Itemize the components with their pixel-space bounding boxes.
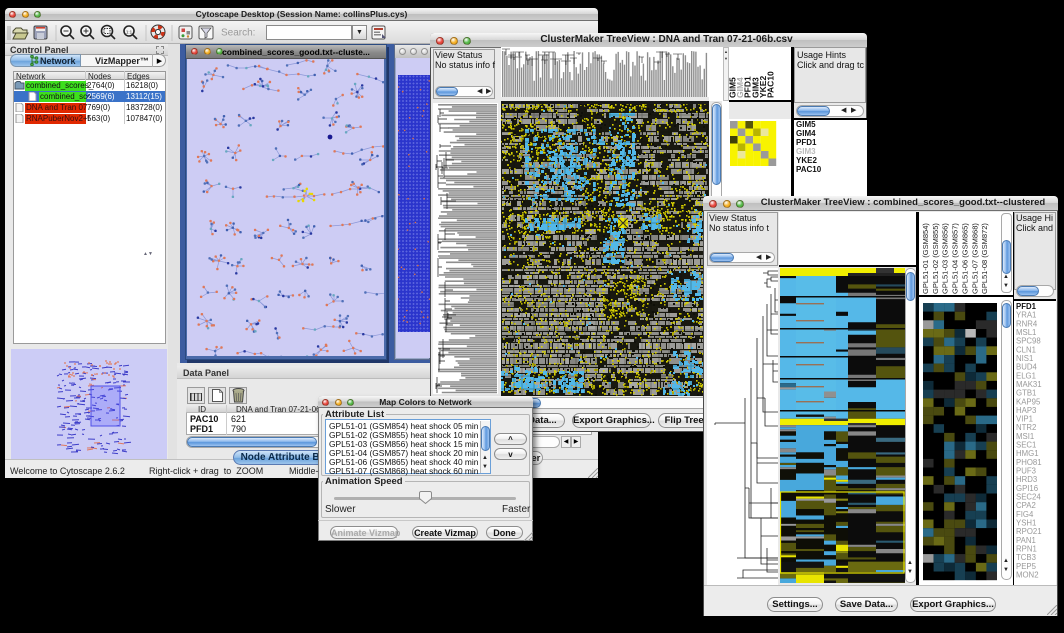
- svg-text:MAK31: MAK31: [1016, 380, 1042, 389]
- svg-text:GPL51-06 (GSM865): GPL51-06 (GSM865): [960, 223, 969, 294]
- svg-text:YSH1: YSH1: [1016, 519, 1036, 528]
- svg-text:MSI1: MSI1: [1016, 432, 1034, 441]
- svg-text:Search:: Search:: [221, 28, 255, 39]
- svg-text:PUF3: PUF3: [1016, 467, 1036, 476]
- svg-text:GPL51-01 (GSM854): GPL51-01 (GSM854): [921, 223, 930, 294]
- svg-text:MON2: MON2: [1016, 571, 1039, 580]
- svg-text:PEP5: PEP5: [1016, 562, 1037, 571]
- svg-text:TCB3: TCB3: [1016, 553, 1036, 562]
- svg-text:GPL51-02 (GSM855): GPL51-02 (GSM855): [931, 223, 940, 294]
- svg-text:GPL51-08 (GSM872): GPL51-08 (GSM872): [980, 223, 989, 294]
- svg-text:RNR4: RNR4: [1016, 319, 1038, 328]
- svg-text:BUD4: BUD4: [1016, 363, 1037, 372]
- svg-text:GPL51-03 (GSM856): GPL51-03 (GSM856): [941, 223, 950, 294]
- svg-text:GPL51-04 (GSM857): GPL51-04 (GSM857): [951, 223, 960, 294]
- svg-text:HRD3: HRD3: [1016, 475, 1037, 484]
- svg-text:FIG4: FIG4: [1016, 510, 1034, 519]
- svg-text:CLN1: CLN1: [1016, 345, 1036, 354]
- svg-text:SEC24: SEC24: [1016, 493, 1041, 502]
- svg-text:GTB1: GTB1: [1016, 389, 1036, 398]
- svg-text:PAN1: PAN1: [1016, 536, 1036, 545]
- svg-text:HAP3: HAP3: [1016, 406, 1036, 415]
- svg-text:NTR2: NTR2: [1016, 423, 1036, 432]
- svg-text:SPC98: SPC98: [1016, 337, 1041, 346]
- svg-text:1:1: 1:1: [126, 30, 133, 35]
- svg-text:HMG1: HMG1: [1016, 449, 1039, 458]
- svg-text:PFD1: PFD1: [1016, 302, 1037, 311]
- svg-text:GPL51-07 (GSM868): GPL51-07 (GSM868): [970, 223, 979, 294]
- svg-text:PAC10: PAC10: [766, 71, 776, 98]
